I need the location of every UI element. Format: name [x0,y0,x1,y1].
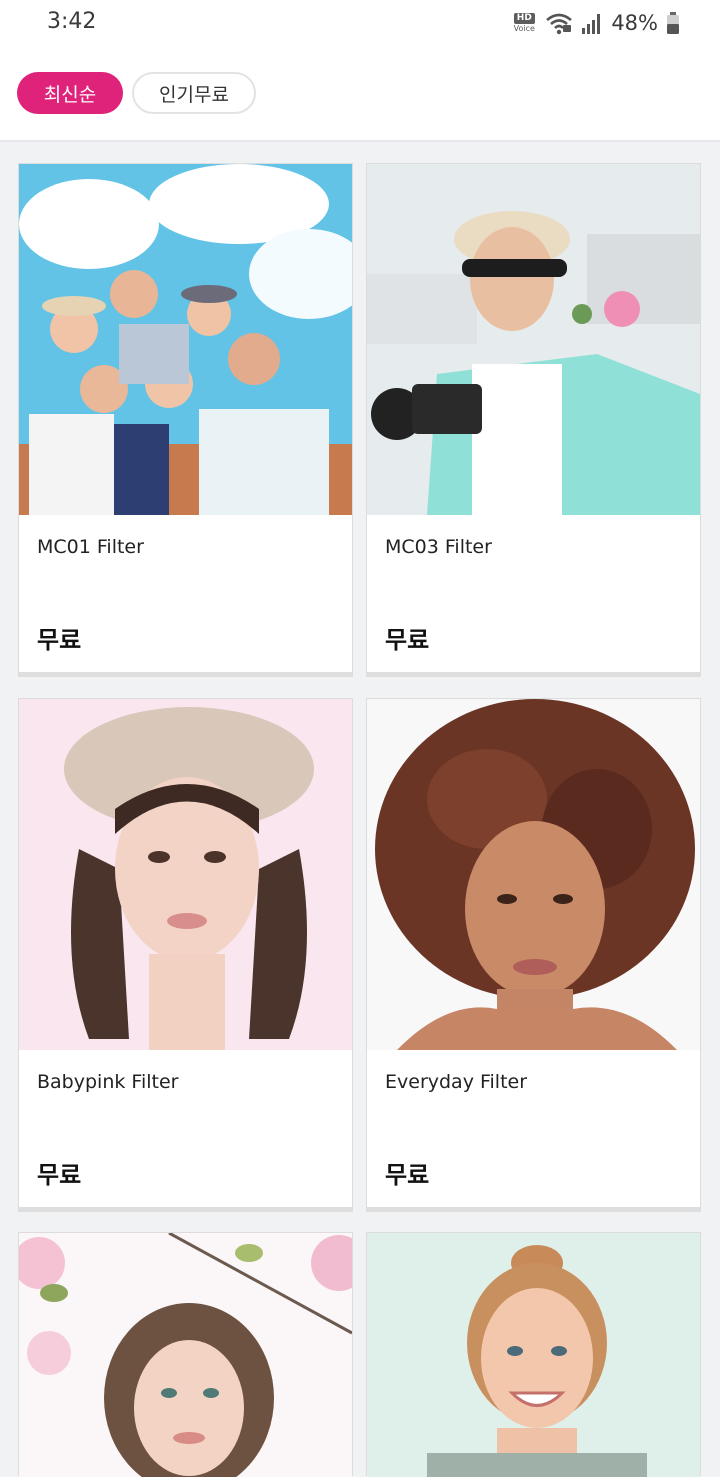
filter-card[interactable]: Everyday Filter 무료 [366,698,701,1212]
curly-hair-woman-photo [367,699,700,1050]
battery-icon [667,12,679,34]
signal-icon [582,14,601,34]
filter-name: Babypink Filter [37,1071,179,1093]
filter-card[interactable]: Babypink Filter 무료 [18,698,353,1212]
smiling-girl-photo [367,1233,700,1477]
filter-price: 무료 [385,1161,430,1189]
tab-popular-free[interactable]: 인기무료 [132,72,256,114]
wifi-icon [546,13,573,35]
hd-label: HD [513,12,535,24]
filter-name: Everyday Filter [385,1071,528,1093]
girl-with-blossoms-photo [19,1233,352,1477]
woman-in-hat-photo [19,699,352,1050]
filter-card[interactable] [18,1232,353,1477]
hd-voice-icon: HD Voice [511,12,537,34]
filter-price: 무료 [385,626,430,654]
filter-card[interactable]: MC01 Filter 무료 [18,163,353,677]
filter-card[interactable]: MC03 Filter 무료 [366,163,701,677]
filter-name: MC01 Filter [37,536,144,558]
filter-price: 무료 [37,1161,82,1189]
filter-card[interactable] [366,1232,701,1477]
status-icons: HD Voice 48% [511,9,680,37]
voice-label: Voice [513,23,535,33]
battery-percent: 48% [611,11,658,35]
filter-price: 무료 [37,626,82,654]
tab-latest[interactable]: 최신순 [17,72,123,114]
group-selfie-photo [19,164,352,515]
filter-name: MC03 Filter [385,536,492,558]
man-with-camera-photo [367,164,700,515]
sort-filter-bar: 최신순 인기무료 [0,46,720,142]
status-bar: 3:42 HD Voice 48% [0,0,720,46]
status-time: 3:42 [47,9,97,34]
